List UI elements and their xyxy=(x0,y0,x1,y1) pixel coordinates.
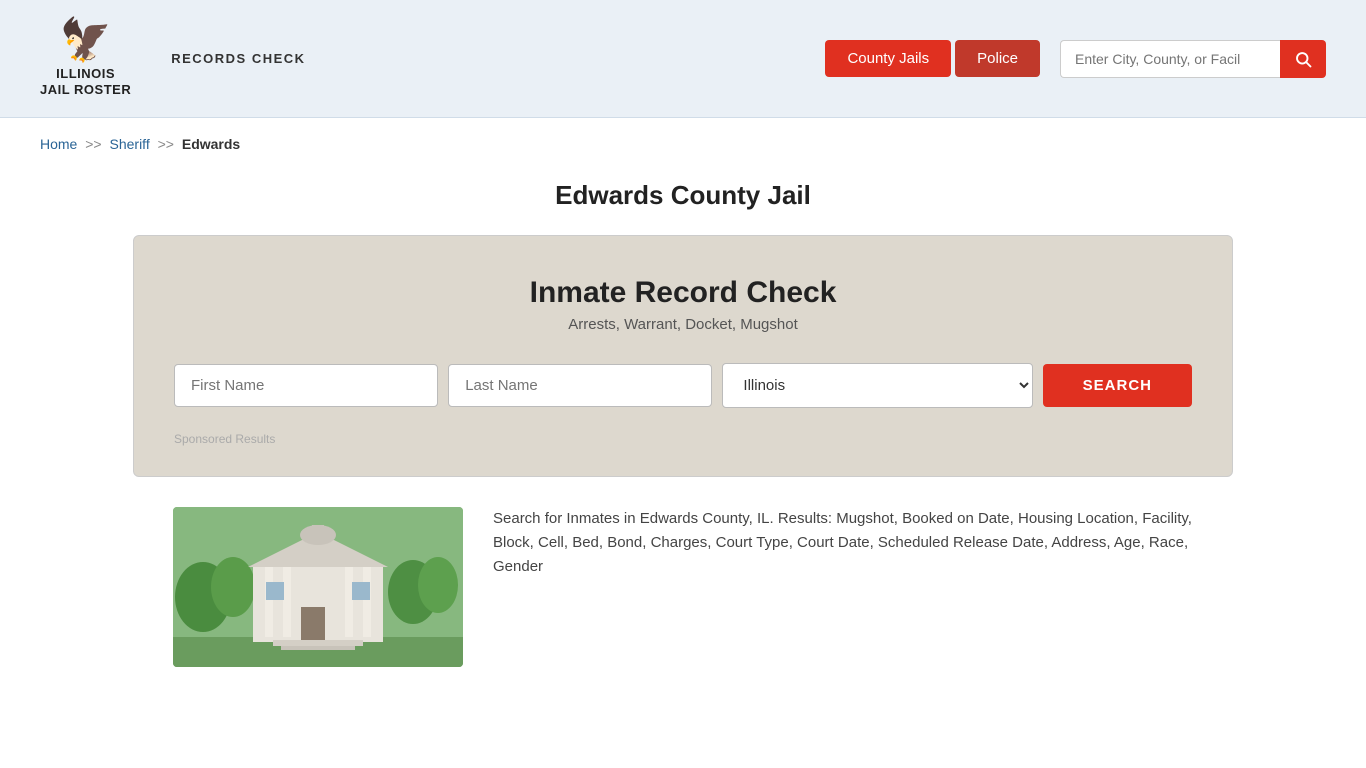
record-check-subtitle: Arrests, Warrant, Docket, Mugshot xyxy=(174,316,1192,333)
header: 🦅 ILLINOIS JAIL ROSTER RECORDS CHECK Cou… xyxy=(0,0,1366,118)
records-check-link[interactable]: RECORDS CHECK xyxy=(171,51,305,66)
breadcrumb-current: Edwards xyxy=(182,136,240,152)
county-jails-button[interactable]: County Jails xyxy=(825,40,951,77)
breadcrumb: Home >> Sheriff >> Edwards xyxy=(0,118,1366,170)
search-button[interactable]: SEARCH xyxy=(1043,364,1192,407)
sponsored-label: Sponsored Results xyxy=(174,432,1192,446)
illinois-flag-icon: 🦅 xyxy=(59,20,111,62)
logo-text: ILLINOIS JAIL ROSTER xyxy=(40,66,131,97)
bottom-section: Search for Inmates in Edwards County, IL… xyxy=(133,507,1233,707)
record-check-title: Inmate Record Check xyxy=(174,276,1192,310)
record-check-box: Inmate Record Check Arrests, Warrant, Do… xyxy=(133,235,1233,477)
header-search-button[interactable] xyxy=(1280,40,1326,78)
header-nav: County Jails Police xyxy=(825,40,1326,78)
header-search-area xyxy=(1060,40,1326,78)
breadcrumb-home-link[interactable]: Home xyxy=(40,136,77,152)
logo[interactable]: 🦅 ILLINOIS JAIL ROSTER xyxy=(40,20,131,97)
breadcrumb-sep-1: >> xyxy=(85,136,101,152)
inmate-search-form: AlabamaAlaskaArizonaArkansasCaliforniaCo… xyxy=(174,363,1192,408)
breadcrumb-sheriff-link[interactable]: Sheriff xyxy=(110,136,150,152)
courthouse-image xyxy=(173,507,463,667)
police-button[interactable]: Police xyxy=(955,40,1040,77)
state-select[interactable]: AlabamaAlaskaArizonaArkansasCaliforniaCo… xyxy=(722,363,1032,408)
header-search-input[interactable] xyxy=(1060,40,1280,78)
search-icon xyxy=(1294,50,1312,68)
breadcrumb-sep-2: >> xyxy=(158,136,174,152)
page-title: Edwards County Jail xyxy=(0,180,1366,211)
courthouse-illustration xyxy=(173,507,463,667)
bottom-description: Search for Inmates in Edwards County, IL… xyxy=(493,507,1193,667)
first-name-input[interactable] xyxy=(174,364,438,407)
last-name-input[interactable] xyxy=(448,364,712,407)
